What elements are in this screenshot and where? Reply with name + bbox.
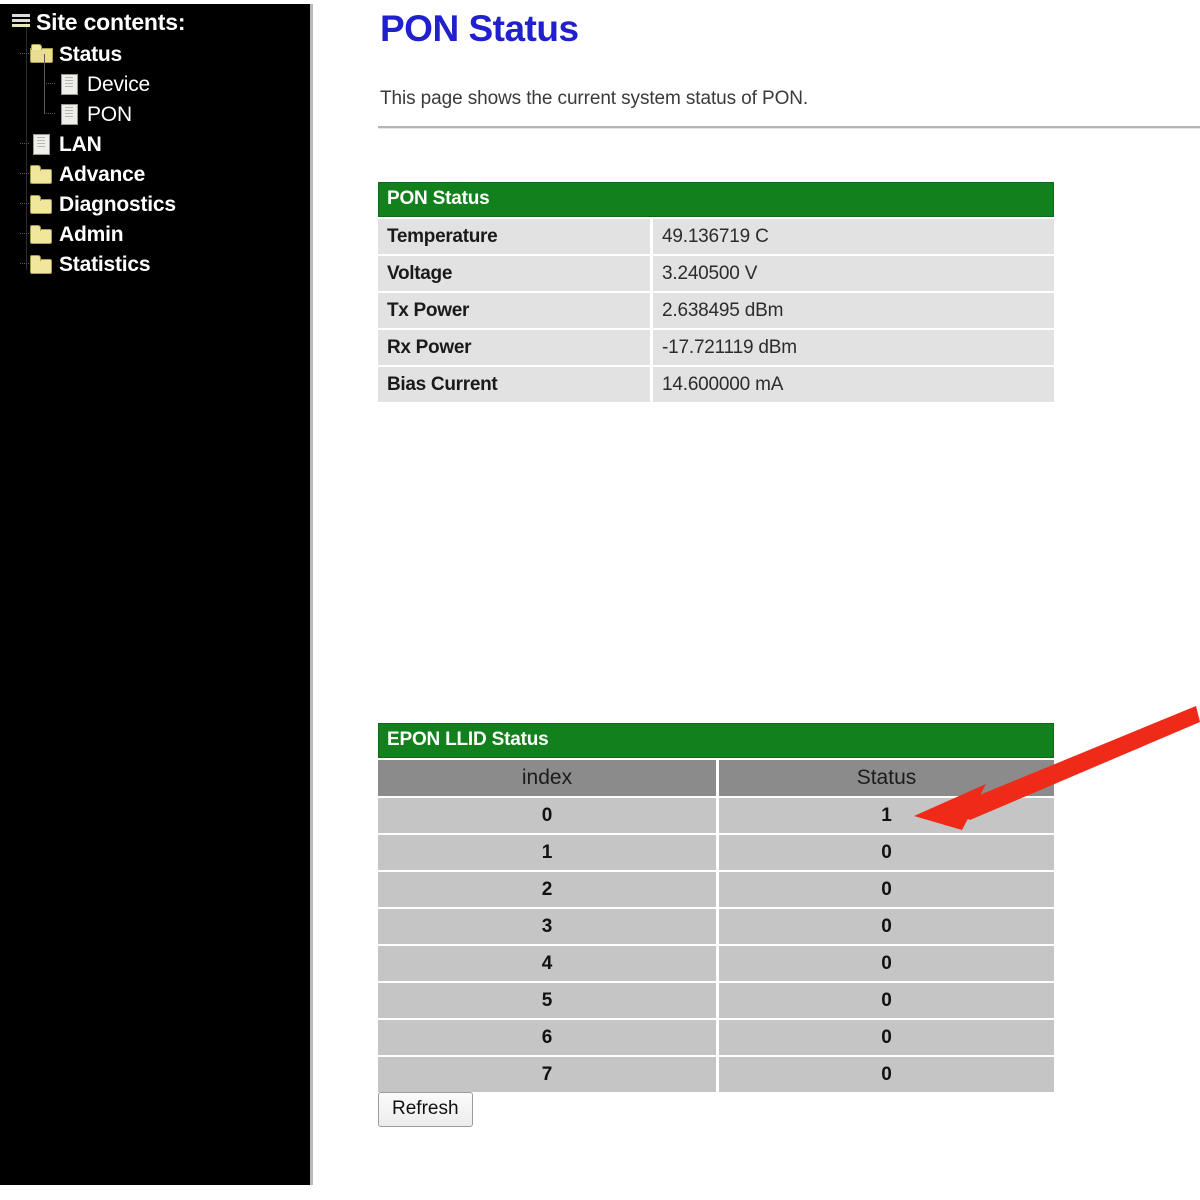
column-header-status: Status [719,760,1054,796]
page-description: This page shows the current system statu… [380,88,809,109]
llid-index-cell: 2 [378,872,716,907]
epon-llid-status-table-caption: EPON LLID Status [378,723,1054,758]
epon-llid-status-table: EPON LLID Status index Status 0 1 1 0 2 … [378,723,1054,1092]
pon-status-value: 3.240500 V [653,256,1054,291]
sidebar-title: Site contents: [0,4,310,38]
table-row: 5 0 [378,983,1054,1018]
table-row: Tx Power 2.638495 dBm [378,293,1054,328]
llid-status-cell: 0 [719,909,1054,944]
llid-status-cell: 0 [719,1057,1054,1092]
llid-index-cell: 1 [378,835,716,870]
pon-status-value: -17.721119 dBm [653,330,1054,365]
sidebar-item-advance[interactable]: Advance [0,158,310,188]
sidebar-item-label: Statistics [59,252,151,276]
tree-connector [20,263,30,264]
page-root: Site contents: Status Device PON LAN Adv… [0,0,1200,1200]
pon-status-table-caption: PON Status [378,182,1054,217]
pon-status-key: Rx Power [378,330,650,365]
table-row: Rx Power -17.721119 dBm [378,330,1054,365]
sidebar-navigation: Site contents: Status Device PON LAN Adv… [0,4,313,1185]
llid-status-cell: 1 [719,798,1054,833]
pon-status-key: Bias Current [378,367,650,402]
column-header-index: index [378,760,716,796]
table-row: Temperature 49.136719 C [378,219,1054,254]
site-contents-tree: Site contents: Status Device PON LAN Adv… [0,4,310,278]
table-row: Bias Current 14.600000 mA [378,367,1054,402]
pon-status-table: PON Status Temperature 49.136719 C Volta… [378,182,1054,402]
folder-icon [30,224,52,244]
pon-status-key: Temperature [378,219,650,254]
sidebar-item-diagnostics[interactable]: Diagnostics [0,188,310,218]
sidebar-item-label: LAN [59,132,102,156]
sidebar-item-label: Diagnostics [59,192,176,216]
tree-connector [20,53,30,54]
table-row: 2 0 [378,872,1054,907]
llid-index-cell: 4 [378,946,716,981]
sidebar-item-label: Device [87,72,150,96]
refresh-button[interactable]: Refresh [378,1092,473,1127]
table-row: 0 1 [378,798,1054,833]
sidebar-item-label: Admin [59,222,124,246]
pon-status-key: Voltage [378,256,650,291]
page-title: PON Status [380,8,579,49]
pon-status-value: 49.136719 C [653,219,1054,254]
page-icon [58,104,80,125]
folder-open-icon [30,44,53,63]
llid-index-cell: 3 [378,909,716,944]
sidebar-item-status[interactable]: Status [0,38,310,68]
sidebar-item-device[interactable]: Device [0,54,310,98]
folder-icon [30,164,52,184]
tree-connector [44,83,56,84]
tree-connector [20,173,30,174]
horizontal-divider [378,126,1200,129]
table-row: 6 0 [378,1020,1054,1055]
llid-status-cell: 0 [719,872,1054,907]
sidebar-item-statistics[interactable]: Statistics [0,248,310,278]
page-icon [30,134,52,155]
llid-status-cell: 0 [719,835,1054,870]
sidebar-item-label: Status [59,42,122,66]
llid-index-cell: 0 [378,798,716,833]
sidebar-item-pon[interactable]: PON [0,84,310,128]
tree-connector [20,143,30,144]
folder-icon [30,254,52,274]
main-content: PON Status This page shows the current s… [316,0,1200,1200]
table-row: 4 0 [378,946,1054,981]
llid-index-cell: 5 [378,983,716,1018]
llid-index-cell: 6 [378,1020,716,1055]
tree-connector [44,113,56,114]
table-header-row: index Status [378,760,1054,796]
sidebar-item-admin[interactable]: Admin [0,218,310,248]
table-row: 1 0 [378,835,1054,870]
sidebar-item-label: Advance [59,162,146,186]
sidebar-item-label: PON [87,102,132,126]
page-icon [58,74,80,95]
tree-connector-vertical [44,54,45,83]
table-row: 7 0 [378,1057,1054,1092]
tree-connector-vertical [44,84,45,113]
table-row: 3 0 [378,909,1054,944]
pon-status-key: Tx Power [378,293,650,328]
llid-status-cell: 0 [719,946,1054,981]
pon-status-value: 14.600000 mA [653,367,1054,402]
menu-icon [12,13,30,29]
tree-connector [20,203,30,204]
sidebar-title-label: Site contents: [36,8,186,35]
pon-status-value: 2.638495 dBm [653,293,1054,328]
table-row: Voltage 3.240500 V [378,256,1054,291]
llid-status-cell: 0 [719,983,1054,1018]
sidebar-item-lan[interactable]: LAN [0,128,310,158]
llid-status-cell: 0 [719,1020,1054,1055]
tree-connector [20,233,30,234]
llid-index-cell: 7 [378,1057,716,1092]
folder-icon [30,194,52,214]
